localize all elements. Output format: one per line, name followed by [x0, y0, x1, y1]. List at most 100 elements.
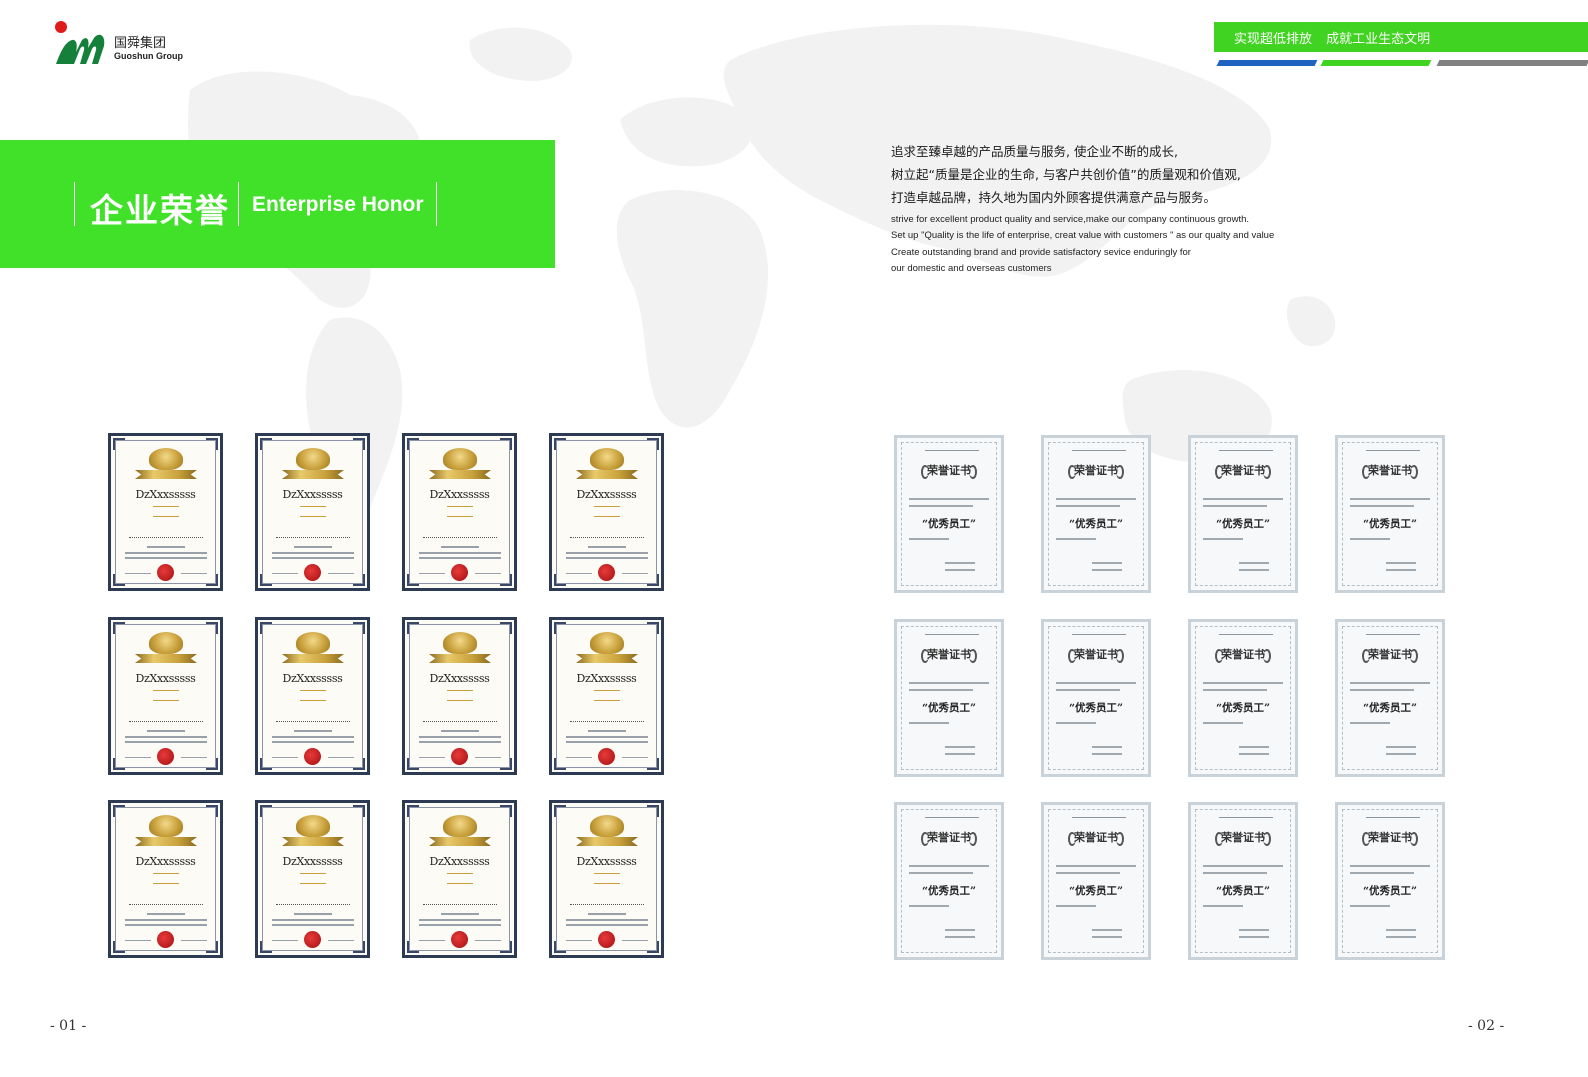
- certificate-award: “优秀员工”: [1362, 885, 1418, 897]
- banner-divider: [74, 182, 75, 226]
- certificate-gold-12[interactable]: DzXxxsssss: [549, 800, 664, 958]
- gold-emblem-icon: [149, 632, 183, 654]
- certificate-text-line: [622, 757, 648, 758]
- corner-ornament-icon: [647, 574, 659, 586]
- certificate-text-line: [909, 498, 989, 500]
- certificate-text-line: [1350, 498, 1430, 500]
- section-title-cn: 企业荣誉: [90, 191, 230, 230]
- slogan-text: 实现超低排放 成就工业生态文明: [1234, 32, 1431, 47]
- red-wax-seal-icon: [451, 564, 468, 581]
- gold-ribbon-icon: [429, 654, 491, 663]
- gold-emblem-icon: [590, 448, 624, 470]
- corner-ornament-icon: [353, 758, 365, 770]
- certificate-text-line: [181, 757, 207, 758]
- certificate-title: DzXxxsssss: [576, 672, 637, 685]
- certificate-text-line: [945, 753, 975, 755]
- certificate-award: “优秀员工”: [921, 702, 977, 714]
- certificate-gold-3[interactable]: DzXxxsssss: [402, 433, 517, 591]
- certificate-silver-7[interactable]: 荣誉证书 “优秀员工”: [1188, 619, 1298, 777]
- certificate-text-line: [1056, 865, 1136, 867]
- certificate-silver-8[interactable]: 荣誉证书 “优秀员工”: [1335, 619, 1445, 777]
- corner-ornament-icon: [407, 805, 419, 817]
- certificate-silver-6[interactable]: 荣誉证书 “优秀员工”: [1041, 619, 1151, 777]
- certificate-text-line: [945, 746, 975, 748]
- banner-divider: [238, 182, 239, 226]
- intro-text-cn: 追求至臻卓越的产品质量与服务, 使企业不断的成长, 树立起“质量是企业的生命, …: [891, 140, 1351, 209]
- certificate-text-line: [419, 741, 501, 743]
- gold-ribbon-icon: [282, 470, 344, 479]
- certificate-silver-9[interactable]: 荣誉证书 “优秀员工”: [894, 802, 1004, 960]
- company-logo[interactable]: 国舜集团 Guoshun Group: [52, 18, 192, 74]
- decor-stripe-blue: [1216, 60, 1318, 66]
- certificate-text-line: [566, 940, 592, 941]
- certificate-text-line: [475, 757, 501, 758]
- certificate-text-line: [1386, 929, 1416, 931]
- logo-mark-icon: [55, 21, 105, 64]
- certificate-text-line: [1350, 905, 1390, 907]
- certificate-silver-3[interactable]: 荣誉证书 “优秀员工”: [1188, 435, 1298, 593]
- certificate-gold-2[interactable]: DzXxxsssss: [255, 433, 370, 591]
- red-wax-seal-icon: [304, 931, 321, 948]
- certificate-text-line: [147, 730, 185, 732]
- logo-name-cn: 国舜集团: [114, 36, 167, 51]
- intro-line: 打造卓越品牌，持久地为国内外顾客提供满意产品与服务。: [891, 190, 1217, 205]
- certificate-text-line: [909, 872, 973, 874]
- certificate-gold-6[interactable]: DzXxxsssss: [255, 617, 370, 775]
- certificate-text-line: [1350, 505, 1414, 507]
- certificate-text-line: [475, 940, 501, 941]
- certificate-text-line: [1350, 865, 1430, 867]
- certificate-text-line: [1239, 562, 1269, 564]
- certificate-title: 荣誉证书: [1074, 648, 1118, 661]
- certificate-silver-5[interactable]: 荣誉证书 “优秀员工”: [894, 619, 1004, 777]
- certificate-text-line: [272, 757, 298, 758]
- certificate-text-line: [1092, 569, 1122, 571]
- certificate-text-line: [294, 730, 332, 732]
- certificate-text-line: [945, 929, 975, 931]
- certificate-text-line: [272, 919, 354, 921]
- certificate-text-line: [294, 913, 332, 915]
- certificate-gold-8[interactable]: DzXxxsssss: [549, 617, 664, 775]
- certificate-title: DzXxxsssss: [576, 488, 637, 501]
- certificate-silver-1[interactable]: 荣誉证书 “优秀员工”: [894, 435, 1004, 593]
- certificate-gold-10[interactable]: DzXxxsssss: [255, 800, 370, 958]
- certificate-silver-12[interactable]: 荣誉证书 “优秀员工”: [1335, 802, 1445, 960]
- corner-ornament-icon: [500, 574, 512, 586]
- certificate-subline: [153, 873, 179, 874]
- certificate-silver-2[interactable]: 荣誉证书 “优秀员工”: [1041, 435, 1151, 593]
- certificate-header-line: [1366, 634, 1420, 635]
- certificate-silver-11[interactable]: 荣誉证书 “优秀员工”: [1188, 802, 1298, 960]
- certificate-text-line: [622, 573, 648, 574]
- certificate-subline: [594, 516, 620, 517]
- certificate-gold-4[interactable]: DzXxxsssss: [549, 433, 664, 591]
- gold-ribbon-icon: [576, 470, 638, 479]
- certificate-signature-line: [276, 899, 350, 905]
- intro-text-en: strive for excellent product quality and…: [891, 212, 1351, 277]
- gold-ribbon-icon: [282, 837, 344, 846]
- certificate-title: 荣誉证书: [1368, 831, 1412, 844]
- certificate-gold-11[interactable]: DzXxxsssss: [402, 800, 517, 958]
- certificate-text-line: [272, 940, 298, 941]
- corner-ornament-icon: [554, 758, 566, 770]
- certificate-silver-4[interactable]: 荣誉证书 “优秀员工”: [1335, 435, 1445, 593]
- certificate-text-line: [909, 505, 973, 507]
- certificate-text-line: [909, 682, 989, 684]
- certificate-title: DzXxxsssss: [135, 672, 196, 685]
- gold-ribbon-icon: [576, 654, 638, 663]
- certificate-title: 荣誉证书: [927, 648, 971, 661]
- certificate-gold-1[interactable]: DzXxxsssss: [108, 433, 223, 591]
- certificate-text-line: [1203, 905, 1243, 907]
- certificate-text-line: [1056, 505, 1120, 507]
- certificate-text-line: [1203, 505, 1267, 507]
- certificate-text-line: [441, 913, 479, 915]
- certificate-gold-5[interactable]: DzXxxsssss: [108, 617, 223, 775]
- certificate-text-line: [566, 757, 592, 758]
- certificate-subline: [447, 506, 473, 507]
- certificate-subline: [153, 690, 179, 691]
- certificate-text-line: [1203, 722, 1243, 724]
- certificate-silver-10[interactable]: 荣誉证书 “优秀员工”: [1041, 802, 1151, 960]
- certificate-header-line: [1219, 817, 1273, 818]
- certificate-gold-7[interactable]: DzXxxsssss: [402, 617, 517, 775]
- certificate-gold-9[interactable]: DzXxxsssss: [108, 800, 223, 958]
- red-wax-seal-icon: [157, 931, 174, 948]
- certificate-text-line: [1056, 872, 1120, 874]
